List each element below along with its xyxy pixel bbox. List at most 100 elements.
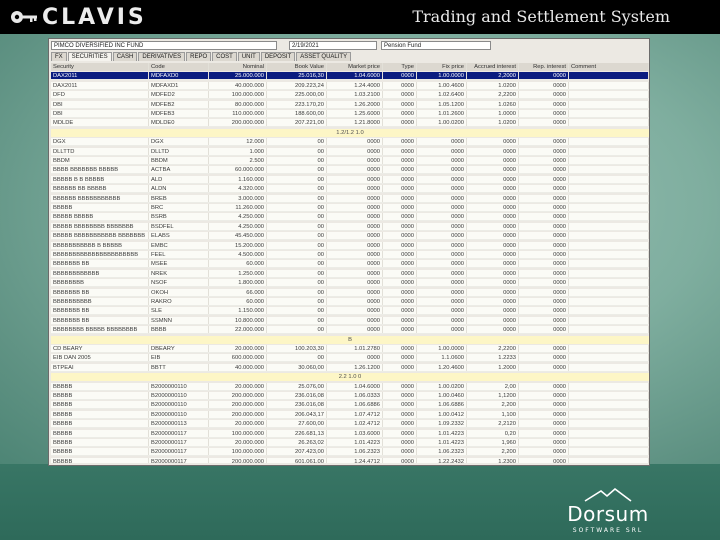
- tab-asset-quality[interactable]: ASSET QUALITY: [296, 52, 352, 61]
- table-row[interactable]: BBBBB B2000000117 20.000.000 26.263,02 1.01.…: [51, 439, 649, 447]
- table-cell: 0000: [467, 138, 519, 146]
- table-cell: BBBBB: [51, 382, 149, 390]
- table-cell: 1.00.0200: [417, 119, 467, 127]
- table-cell: 2,2120: [467, 420, 519, 428]
- table-row[interactable]: BBBBB B B BBBBB ALD 1.160.000 00 0000 0000 000…: [51, 175, 649, 184]
- table-cell: 0,20: [467, 429, 519, 437]
- table-row[interactable]: BBBBBBBBBBB B BBBBB EMBC 15.200.000 00 0000 0…: [51, 241, 649, 250]
- table-row[interactable]: BBBBB B2000000117 100.000.000 226.681,13 1.0…: [51, 429, 649, 438]
- table-cell: 3.000.000: [209, 194, 267, 202]
- table-cell: 0000: [519, 448, 569, 456]
- top-banner: CLAVIS Trading and Settlement System: [0, 0, 720, 34]
- column-header[interactable]: Type: [383, 63, 417, 71]
- table-row[interactable]: BBBBB BBBBBBBB BBBBBBB BSDFEL 4.250.000 00 0…: [51, 222, 649, 231]
- table-cell: 1.06.0333: [327, 392, 383, 399]
- table-row[interactable]: BBBBBB BBBBBBBBBBB BREB 3.000.000 00 0000 000…: [51, 194, 649, 203]
- table-row[interactable]: BBBBB B2000000113 20.000.000 27.600,00 1.02.…: [51, 420, 649, 429]
- table-cell: 0000: [383, 119, 417, 127]
- table-row[interactable]: BBBBB B2000000110 20.000.000 25.076,00 1.04.…: [51, 382, 649, 391]
- table-cell: 0000: [467, 279, 519, 287]
- table-cell: 00: [267, 269, 327, 277]
- table-row[interactable]: DBI MDFEB2 80.000.000 223.170,20 1.26.2000 00…: [51, 100, 649, 109]
- tab-derivatives[interactable]: DERIVATIVES: [138, 52, 186, 61]
- column-header[interactable]: Security: [51, 63, 149, 71]
- table-cell: 0000: [519, 288, 569, 296]
- table-row[interactable]: BBBBBBBBBBBBBBBBBBBBBB FEEL 4.500.000 00 000…: [51, 251, 649, 259]
- table-row-selected[interactable]: DAX2011 MDFAXD0 25.000.000 25.016,30 1.04.60…: [51, 72, 649, 81]
- table-row[interactable]: BBDM BBDM 2.500 00 0000 0000 0000 0000 0000: [51, 157, 649, 165]
- table-row[interactable]: BBBBB B2000000110 200.000.000 236.016,08 1.0…: [51, 401, 649, 410]
- table-cell: DAX2011: [51, 72, 149, 80]
- table-row[interactable]: DGX DGX 12.000 00 0000 0000 0000 0000 0000: [51, 138, 649, 147]
- fund-type-field[interactable]: Pension Fund: [381, 41, 491, 50]
- column-header[interactable]: Accrued interest: [467, 63, 519, 71]
- column-header[interactable]: Comment: [569, 63, 649, 71]
- group-label: B: [348, 336, 352, 343]
- table-row[interactable]: BBBBB BRC 11.260.000 00 0000 0000 0000 0000 0000: [51, 204, 649, 212]
- table-row[interactable]: BTPEAI BBTT 40.000.000 30.060,00 1.26.1200 00…: [51, 363, 649, 372]
- table-cell: 0000: [519, 175, 569, 183]
- table-cell: 601.061,00: [267, 457, 327, 463]
- table-cell: 0000: [383, 251, 417, 258]
- table-row[interactable]: DFD MDFED2 100.000.000 225.000,00 1.03.2100 0…: [51, 91, 649, 100]
- table-cell: 0000: [383, 429, 417, 437]
- table-row[interactable]: BBBBBBBB NSOF 1.800.000 00 0000 0000 0000 0000 0…: [51, 279, 649, 288]
- portfolio-field[interactable]: PIMCO DIVERSIFIED INC FUND: [51, 41, 277, 50]
- table-row[interactable]: BBBBBBB BB SLE 1.150.000 00 0000 0000 0000 0000…: [51, 307, 649, 316]
- table-cell: CD BEARY: [51, 345, 149, 352]
- table-cell: 00: [267, 354, 327, 362]
- column-header[interactable]: Book Value: [267, 63, 327, 71]
- table-row[interactable]: MDLDE MDLDE0 200.000.000 207.221,00 1.21.800…: [51, 119, 649, 128]
- tab-deposit[interactable]: DEPOSIT: [260, 52, 296, 61]
- table-row[interactable]: BBBBBB BB BBBBB ALDN 4.320.000 00 0000 0000 00…: [51, 185, 649, 194]
- column-header[interactable]: Fix price: [417, 63, 467, 71]
- table-cell: 0000: [519, 316, 569, 324]
- table-row[interactable]: BBBBB B2000000117 100.000.000 207.423,00 1.0…: [51, 448, 649, 457]
- tab-fx[interactable]: FX: [51, 52, 67, 61]
- table-row[interactable]: BBBBBBB BB MSEE 60.000 00 0000 0000 0000 0000 00…: [51, 260, 649, 269]
- tab-repo[interactable]: REPO: [186, 52, 212, 61]
- table-row[interactable]: BBBBBBB BB SSMNN 10.800.000 00 0000 0000 0000 0…: [51, 316, 649, 325]
- table-cell: 0000: [467, 251, 519, 258]
- table-cell: 1,100: [467, 410, 519, 418]
- table-row[interactable]: DAX2011 MDFAXD1 40.000.000 209.223,24 1.24.4…: [51, 81, 649, 90]
- table-cell: 1.02.6400: [417, 91, 467, 99]
- tab-securities[interactable]: SECURITIES: [67, 52, 112, 61]
- tab-cost[interactable]: COST: [212, 52, 237, 61]
- column-header[interactable]: Nominal: [209, 63, 267, 71]
- table-row[interactable]: DBI MDFEB3 110.000.000 188.600,00 1.25.6000 0…: [51, 110, 649, 118]
- column-header[interactable]: Market price: [327, 63, 383, 71]
- table-row[interactable]: BBBBB BBBBBBBBBBB BBBBBBB ELABS 45.450.000…: [51, 232, 649, 241]
- table-cell: 1.01.4223: [417, 439, 467, 446]
- tab-unit[interactable]: UNIT: [237, 52, 260, 61]
- table-row[interactable]: DLLTTD DLLTD 1.000 00 0000 0000 0000 0000 0000: [51, 147, 649, 156]
- table-row[interactable]: BBBBBBBBBB RAKRO 60.000 00 0000 0000 0000 0000 0…: [51, 298, 649, 306]
- table-row[interactable]: BBBBB B2000000110 200.000.000 236.016,08 1.0…: [51, 392, 649, 400]
- table-row[interactable]: CD BEARY DBEARY 20.000.000 100.203,30 1.01.2…: [51, 345, 649, 353]
- securities-table: Security Code Nominal Book Value Market pric…: [51, 63, 649, 463]
- table-cell: 0000: [467, 307, 519, 315]
- table-cell: 1.22.2432: [417, 457, 467, 463]
- date-field[interactable]: 2/19/2021: [289, 41, 377, 50]
- table-cell: 00: [267, 288, 327, 296]
- table-row[interactable]: BBBBBBBB BBBBB BBBBBBBB BBBB 22.000.000 00 0…: [51, 326, 649, 335]
- table-row[interactable]: BBBBBBBBBBBB NREK 1.250.000 00 0000 0000 0000 0…: [51, 269, 649, 278]
- column-header[interactable]: Rep. interest: [519, 63, 569, 71]
- table-row[interactable]: EIB DAN 2005 EIB 600.000.000 00 0000 0000 1.1.…: [51, 354, 649, 363]
- table-cell: BREB: [149, 194, 209, 202]
- column-header[interactable]: Code: [149, 63, 209, 71]
- table-cell: 0000: [519, 100, 569, 108]
- table-row[interactable]: BBBBB BBBBB BSRB 4.250.000 00 0000 0000 0000 00…: [51, 213, 649, 222]
- table-row[interactable]: BBBBB B2000000117 200.000.000 601.061,00 1.2…: [51, 457, 649, 463]
- table-cell: BBBBB: [51, 429, 149, 437]
- group-label: 1.2/1.2 1.0: [336, 129, 364, 136]
- table-row[interactable]: BBBBBBB BB OKOH 66.000 00 0000 0000 0000 0000 00…: [51, 288, 649, 297]
- table-row[interactable]: BBBB BBBBBBB BBBBB ACTBA 60.000.000 00 0000 0…: [51, 166, 649, 175]
- table-row[interactable]: BBBBB B2000000110 200.000.000 206.043,17 1.0…: [51, 410, 649, 419]
- table-cell: BBDM: [51, 157, 149, 164]
- tab-cash[interactable]: CASH: [112, 52, 138, 61]
- table-cell: 0000: [327, 269, 383, 277]
- table-cell: 2,2200: [467, 91, 519, 99]
- table-cell: 1.0200: [467, 119, 519, 127]
- table-cell: 20.000.000: [209, 345, 267, 352]
